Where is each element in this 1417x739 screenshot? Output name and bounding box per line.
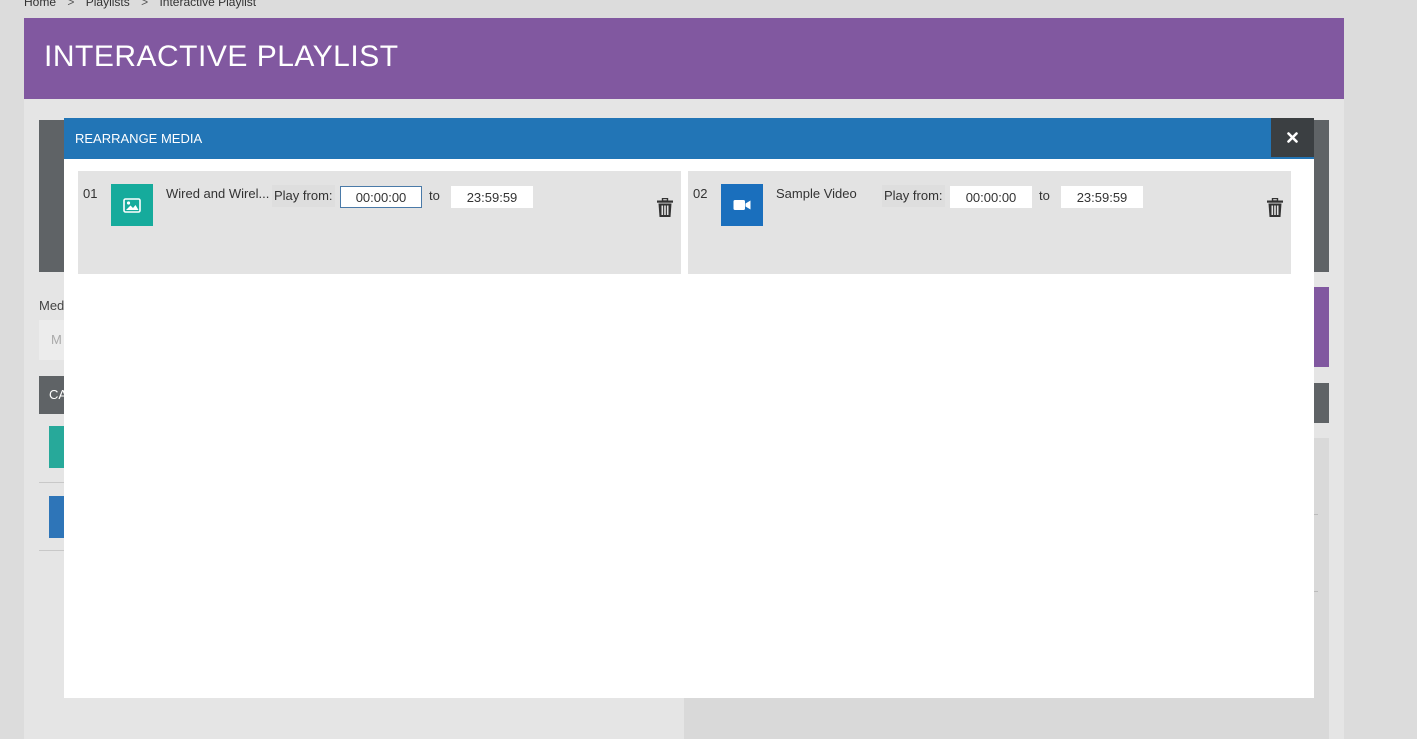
media-type-tile [721,184,763,226]
play-to-input[interactable] [1061,186,1143,208]
media-label: Med [39,298,65,313]
breadcrumb-separator: > [141,0,149,9]
modal-header: REARRANGE MEDIA [64,118,1314,159]
media-item[interactable]: 02 Sample Video Play from: to [688,171,1291,274]
to-label: to [1039,188,1050,203]
breadcrumb-home[interactable]: Home [24,0,56,9]
page-header: INTERACTIVE PLAYLIST [24,18,1344,99]
breadcrumb-separator: > [67,0,75,9]
trash-icon [657,198,673,217]
media-name: Sample Video [776,186,857,201]
delete-button[interactable] [1265,197,1285,219]
media-item[interactable]: 01 Wired and Wirel... Play from: to [78,171,681,274]
modal-title: REARRANGE MEDIA [75,131,203,146]
media-name: Wired and Wirel... [166,186,270,201]
trash-icon [1267,198,1283,217]
page-title: INTERACTIVE PLAYLIST [44,40,399,73]
to-label: to [429,188,440,203]
media-index: 01 [83,186,98,201]
close-icon [1287,132,1298,143]
breadcrumb: Home > Playlists > Interactive Playlist [24,0,256,9]
play-from-label: Play from: [272,185,335,207]
rearrange-media-modal: REARRANGE MEDIA 01 Wired and Wirel... Pl… [64,118,1314,698]
delete-button[interactable] [655,197,675,219]
play-from-label: Play from: [882,185,945,207]
close-button[interactable] [1271,118,1314,157]
play-from-input[interactable] [950,186,1032,208]
video-camera-icon [733,200,751,210]
breadcrumb-current: Interactive Playlist [159,0,257,9]
media-index: 02 [693,186,708,201]
media-type-tile [111,184,153,226]
image-icon [123,197,141,213]
play-to-input[interactable] [451,186,533,208]
play-from-input[interactable] [340,186,422,208]
breadcrumb-playlists[interactable]: Playlists [86,0,130,9]
